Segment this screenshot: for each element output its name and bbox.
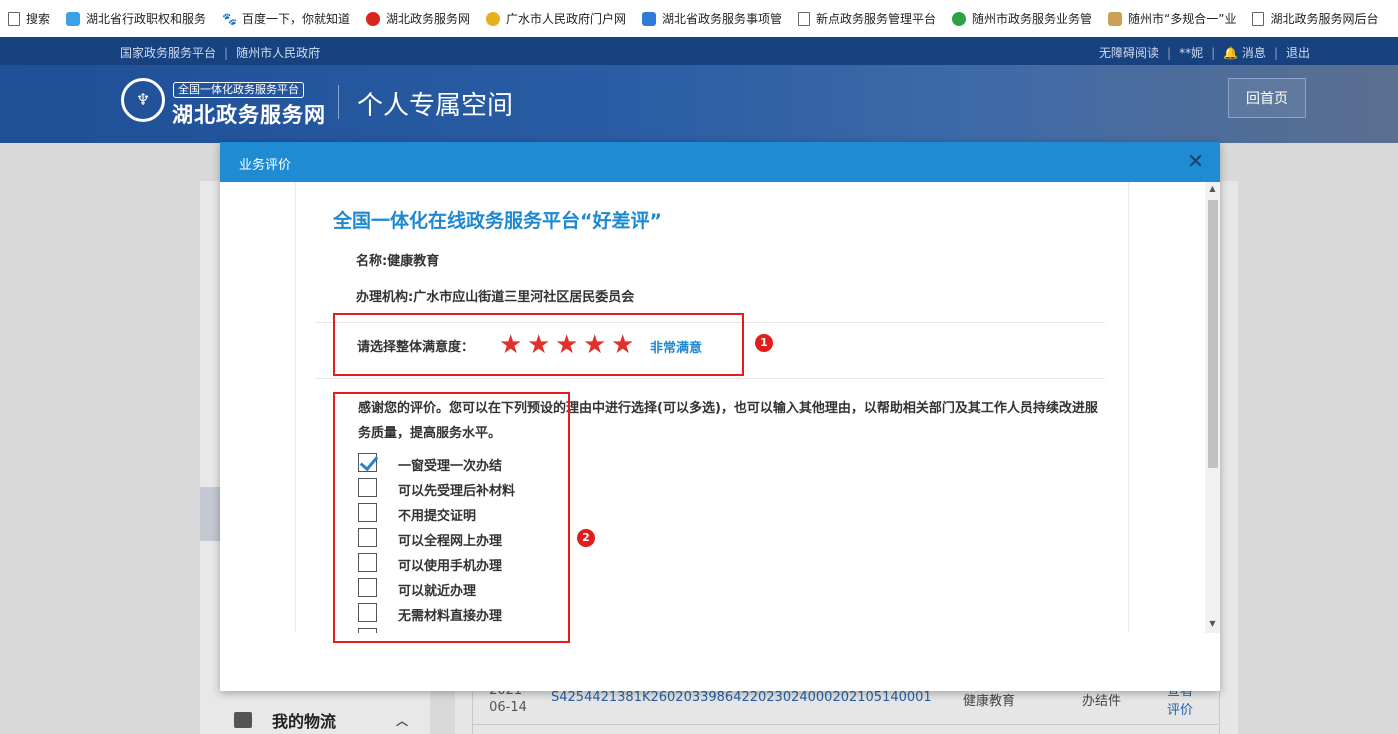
divider: | — [1273, 46, 1278, 60]
sidebar-item-label: 我的物流 — [272, 712, 337, 731]
dialog-title: 业务评价 — [239, 158, 292, 173]
national-emblem-icon — [486, 11, 501, 26]
bookmark-suizhou-plan[interactable]: 随州市“多规合一”业 — [1100, 0, 1244, 37]
page-title: 个人专属空间 — [357, 91, 514, 121]
scrollbar[interactable]: ▲ ▼ — [1205, 182, 1220, 633]
doc-icon — [1252, 11, 1265, 26]
divider: | — [1167, 46, 1172, 60]
dialog-header: 业务评价 ✕ — [220, 142, 1220, 182]
bookmark-label: 百度一下，你就知道 — [242, 12, 351, 26]
bookmark-label: 搜索 — [26, 12, 51, 26]
scroll-down-arrow-icon[interactable]: ▼ — [1205, 619, 1220, 631]
bookmark-suizhou-service[interactable]: 随州市政务服务业务管 — [944, 0, 1100, 37]
annotation-box-reasons — [333, 392, 570, 643]
bookmark-label: 湖北省行政职权和服务 — [86, 12, 207, 26]
chevron-up-icon[interactable]: ︿ — [396, 712, 408, 729]
divider — [338, 85, 339, 119]
top-links-bar: 国家政务服务平台 | 随州市人民政府 无障碍阅读 | **妮 | 🔔 消息 | 退出 — [0, 37, 1398, 65]
bookmark-hubei-power[interactable]: 湖北省行政职权和服务 — [58, 0, 214, 37]
row-code-link[interactable]: S4254421381K2602033986422023024000202105… — [551, 690, 932, 705]
row-item-name: 健康教育 — [963, 694, 1016, 709]
link-messages[interactable]: 消息 — [1242, 46, 1266, 60]
divider: | — [224, 46, 229, 60]
annotation-badge-1: 1 — [755, 334, 773, 352]
green-seal-icon — [952, 11, 967, 26]
cloud-icon — [66, 11, 81, 26]
home-button[interactable]: 回首页 — [1228, 78, 1306, 118]
user-name[interactable]: **妮 — [1179, 46, 1203, 60]
site-header: ♆ 全国一体化政务服务平台 湖北政务服务网 个人专属空间 回首页 — [0, 65, 1398, 143]
bookmark-xindian[interactable]: 新点政务服务管理平台 — [790, 0, 944, 37]
sidebar-item-logistics[interactable]: 我的物流 ︿ — [234, 708, 408, 732]
link-national-platform[interactable]: 国家政务服务平台 — [120, 46, 216, 60]
service-name: 名称:健康教育 — [356, 254, 440, 269]
handling-org: 办理机构:广水市应山街道三里河社区居民委员会 — [356, 290, 635, 305]
bookmark-search[interactable]: 搜索 — [0, 0, 58, 37]
gold-icon — [1108, 11, 1123, 26]
annotation-badge-2: 2 — [577, 529, 595, 547]
bookmark-label: 新点政务服务管理平台 — [816, 12, 937, 26]
bookmark-label: 广水市人民政府门户网 — [506, 12, 627, 26]
divider — [472, 724, 1218, 725]
baidu-paw-icon: 🐾 — [222, 11, 237, 26]
bell-icon: 🔔 — [1223, 46, 1239, 60]
row-status: 办结件 — [1082, 694, 1122, 709]
annotation-box-rating — [333, 313, 744, 376]
bookmark-label: 湖北政务服务网 — [386, 12, 471, 26]
bookmark-label: 随州市“多规合一”业 — [1128, 12, 1237, 26]
link-logout[interactable]: 退出 — [1286, 46, 1310, 60]
divider — [316, 378, 1105, 379]
bookmark-hubei-gov-service[interactable]: 湖北政务服务网 — [358, 0, 478, 37]
bookmarks-bar: 搜索 湖北省行政职权和服务 🐾 百度一下，你就知道 湖北政务服务网 广水市人民政府… — [0, 0, 1398, 38]
doc-icon — [8, 11, 20, 26]
scroll-thumb[interactable] — [1208, 200, 1218, 468]
logo-subtitle: 全国一体化政务服务平台 — [173, 82, 304, 98]
scroll-up-arrow-icon[interactable]: ▲ — [1205, 184, 1220, 196]
link-suizhou-gov[interactable]: 随州市人民政府 — [236, 46, 320, 60]
form-title: 全国一体化在线政务服务平台“好差评” — [333, 210, 662, 232]
logo-emblem-icon[interactable]: ♆ — [121, 78, 165, 122]
bookmark-label: 湖北省政务服务事项管 — [662, 12, 783, 26]
bookmark-label: 随州市政务服务业务管 — [972, 12, 1093, 26]
bookmark-guangshui[interactable]: 广水市人民政府门户网 — [478, 0, 634, 37]
red-seal-icon — [366, 11, 381, 26]
bookmark-hubei-items[interactable]: 湖北省政务服务事项管 — [634, 0, 790, 37]
link-accessible-reading[interactable]: 无障碍阅读 — [1099, 46, 1159, 60]
package-icon — [234, 712, 252, 728]
doc-icon — [798, 11, 811, 26]
sidebar-active-marker — [200, 487, 220, 541]
divider: | — [1211, 46, 1216, 60]
logo-title[interactable]: 湖北政务服务网 — [172, 99, 326, 129]
close-icon[interactable]: ✕ — [1187, 151, 1204, 171]
shield-icon — [642, 11, 657, 26]
bookmark-baidu[interactable]: 🐾 百度一下，你就知道 — [214, 0, 358, 37]
bookmark-hubei-backend[interactable]: 湖北政务服务网后台 — [1244, 0, 1386, 37]
bookmark-label: 湖北政务服务网后台 — [1270, 12, 1379, 26]
